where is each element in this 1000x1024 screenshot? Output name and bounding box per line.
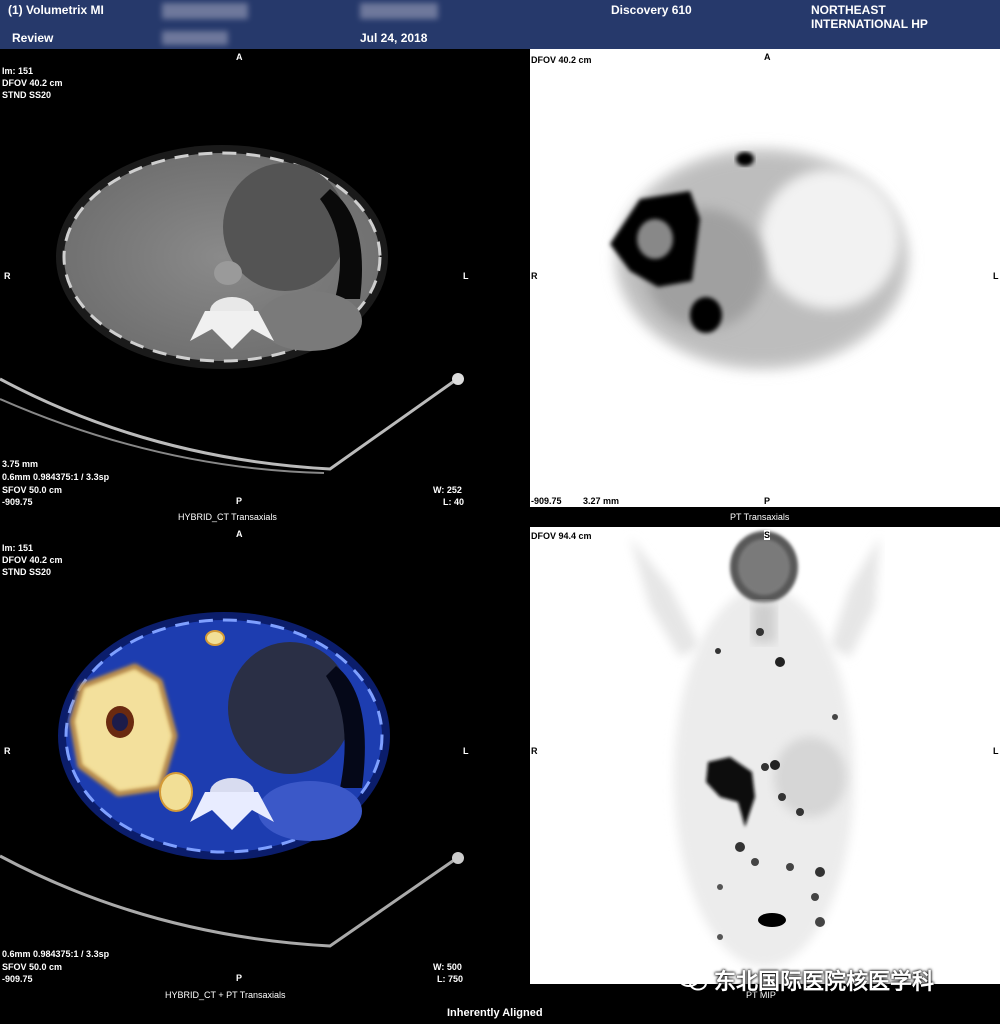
mip-orient-left: R (531, 746, 538, 756)
mip-viewport[interactable]: DFOV 94.4 cm S R L (530, 527, 1000, 984)
ct-sfov: SFOV 50.0 cm (2, 485, 63, 495)
fusion-image-number: Im: 151 (2, 543, 34, 553)
ct-slice-thickness: 3.75 mm (2, 459, 39, 469)
redacted-patient-id (162, 31, 228, 45)
pt-orient-bottom: P (764, 496, 771, 506)
fusion-orient-top: A (236, 529, 243, 539)
pt-slice-thickness: 3.27 mm (583, 496, 620, 506)
redacted-patient-info (360, 3, 438, 19)
pt-orient-left: R (531, 271, 538, 281)
fusion-orient-left: R (4, 746, 11, 756)
pt-viewport[interactable]: DFOV 40.2 cm A R L -909.75 3.27 mm P (530, 49, 1000, 507)
app-title: (1) Volumetrix MI (8, 3, 104, 17)
fusion-sfov: SFOV 50.0 cm (2, 962, 63, 972)
pt-orient-top: A (764, 52, 771, 62)
watermark-text: 东北国际医院核医学科 (714, 970, 935, 995)
scanner-model: Discovery 610 (611, 3, 692, 17)
fusion-orient-bottom: P (236, 973, 243, 983)
pt-axial-image (610, 147, 910, 371)
fusion-table-position: -909.75 (2, 974, 33, 984)
ct-orient-left: R (4, 271, 11, 281)
institution-line1: NORTHEAST (811, 3, 886, 17)
fusion-pitch: 0.6mm 0.984375:1 / 3.3sp (2, 949, 110, 959)
study-date: Jul 24, 2018 (360, 31, 428, 45)
pt-caption: PT Transaxials (730, 512, 790, 522)
pt-orient-right: L (993, 271, 999, 281)
ct-viewport[interactable]: A R L P Im: 151 DFOV 40.2 cm STND SS20 3… (0, 49, 476, 525)
mip-dfov: DFOV 94.4 cm (531, 531, 592, 541)
pt-table-position: -909.75 (531, 496, 562, 506)
redacted-patient-name (162, 3, 248, 19)
fusion-viewport[interactable]: A R L P Im: 151 DFOV 40.2 cm STND SS20 0… (0, 526, 476, 988)
fusion-dfov: DFOV 40.2 cm (2, 555, 63, 565)
wechat-icon (678, 969, 707, 991)
ct-orient-top: A (236, 52, 243, 62)
fusion-orient-right: L (463, 746, 469, 756)
fusion-caption: HYBRID_CT + PT Transaxials (165, 990, 286, 1000)
ct-pitch: 0.6mm 0.984375:1 / 3.3sp (2, 472, 110, 482)
ct-table-position: -909.75 (2, 497, 33, 507)
ct-caption: HYBRID_CT Transaxials (178, 512, 277, 522)
viewer-header: (1) Volumetrix MI Review Jul 24, 2018 Di… (0, 0, 1000, 49)
fusion-window-width: W: 500 (433, 962, 462, 972)
pt-mip-image (630, 531, 880, 967)
mip-orient-right: L (993, 746, 999, 756)
ct-orient-right: L (463, 271, 469, 281)
ct-orient-bottom: P (236, 496, 243, 506)
ct-axial-image (0, 145, 464, 474)
mip-orient-top: S (764, 530, 771, 540)
ct-dfov: DFOV 40.2 cm (2, 78, 63, 88)
review-mode-label[interactable]: Review (12, 31, 53, 45)
institution-line2: INTERNATIONAL HP (811, 17, 928, 31)
ct-recon: STND SS20 (2, 90, 52, 100)
ct-window-width: W: 252 (433, 485, 462, 495)
fusion-window-level: L: 750 (437, 974, 464, 984)
fusion-recon: STND SS20 (2, 567, 52, 577)
fusion-axial-image (0, 612, 464, 948)
ct-window-level: L: 40 (443, 497, 465, 507)
ct-image-number: Im: 151 (2, 66, 34, 76)
alignment-status: Inherently Aligned (447, 1007, 543, 1019)
pt-dfov: DFOV 40.2 cm (531, 55, 592, 65)
